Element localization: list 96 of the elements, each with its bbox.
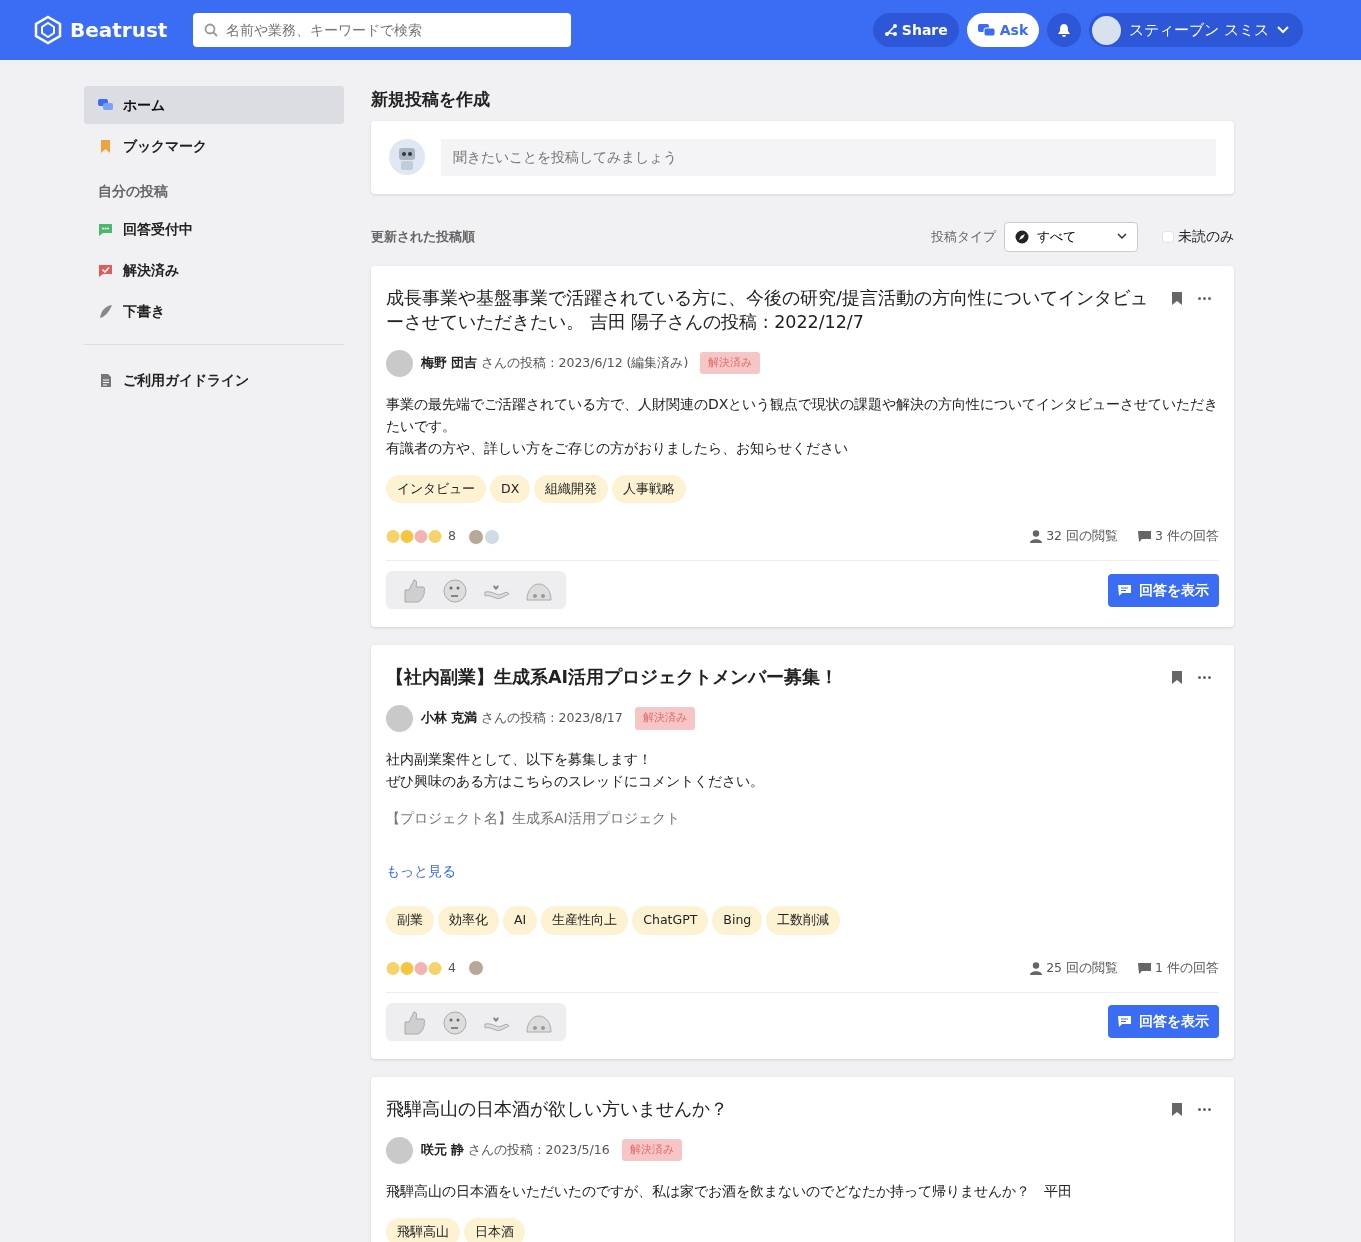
bookmark-button[interactable] xyxy=(1172,289,1182,306)
show-answers-button[interactable]: 回答を表示 xyxy=(1108,1005,1219,1038)
status-label: 解決済み xyxy=(621,1138,682,1162)
tag[interactable]: 生産性向上 xyxy=(541,906,629,935)
check-bubble-icon xyxy=(98,262,113,278)
post-title[interactable]: 【社内副業】生成系AI活用プロジェクトメンバー募集！ xyxy=(386,665,1156,689)
feather-icon xyxy=(98,303,113,319)
author-line: 咲元 静 さんの投稿 : 2023/5/16 xyxy=(421,1141,610,1159)
more-icon xyxy=(1198,676,1211,679)
tag[interactable]: 工数削減 xyxy=(766,906,841,935)
more-icon xyxy=(1198,1107,1211,1111)
chat-icon xyxy=(977,23,996,37)
bookmark-icon xyxy=(1172,671,1182,684)
sidebar-item[interactable]: ブックマーク xyxy=(84,127,344,165)
tag[interactable]: インタビュー xyxy=(386,474,486,504)
share-icon xyxy=(883,23,898,37)
author-avatar xyxy=(386,349,413,377)
post-body: 【プロジェクト名】生成系AI活用プロジェクト xyxy=(386,809,681,828)
sort-label: 更新された投稿順 xyxy=(371,227,475,246)
chevron-down-icon xyxy=(1277,26,1289,34)
post-body: 社内副業案件として、以下を募集します！ xyxy=(386,750,653,769)
post-title[interactable]: 成長事業や基盤事業で活躍されている方に、今後の研究/提言活動の方向性についてインタビューさせていただきたい。 吉田 陽子さんの投稿 : 2022/12/7 xyxy=(386,285,1156,334)
post-type-label: 投稿タイプ xyxy=(931,227,996,246)
post-type-select[interactable]: すべて xyxy=(1004,221,1138,252)
composer-title: 新規投稿を作成 xyxy=(371,88,491,111)
post-body: 有識者の方や、詳しい方をご存じの方がおりましたら、お知らせください xyxy=(386,438,849,458)
post-body: 事業の最先端でご活躍されている方で、人財関連のDXという観点で現状の課題や解決の方向性についてインタビューさせていただきたいです。 xyxy=(386,394,1219,436)
view-count: 25 回の閲覧 xyxy=(1046,958,1119,977)
unread-only-checkbox[interactable] xyxy=(1162,230,1174,243)
tag[interactable]: 副業 xyxy=(386,906,434,935)
answer-count: 1 件の回答 xyxy=(1155,958,1219,977)
person-icon xyxy=(1030,961,1043,975)
sidebar-item[interactable]: ホーム xyxy=(84,86,344,124)
tag[interactable]: Bing xyxy=(712,906,763,935)
ask-button[interactable]: Ask xyxy=(966,13,1040,47)
bookmark-button[interactable] xyxy=(1172,669,1182,685)
author-avatar xyxy=(386,1136,413,1164)
tag[interactable]: ChatGPT xyxy=(632,906,709,935)
logo-icon xyxy=(34,15,62,45)
bell-icon xyxy=(1057,22,1072,38)
bookmark-button[interactable] xyxy=(1172,1100,1182,1117)
sidebar-item[interactable]: 下書き xyxy=(84,292,344,330)
sidebar-item[interactable]: 解決済み xyxy=(84,251,344,289)
comment-icon xyxy=(1138,961,1152,975)
more-icon xyxy=(1198,296,1211,300)
viewer-avatar xyxy=(467,960,484,977)
reaction-emojis-icon xyxy=(386,529,444,545)
view-count: 32 回の閲覧 xyxy=(1046,527,1119,546)
status-label: 解決済み xyxy=(634,707,695,730)
robot-avatar-icon xyxy=(389,139,425,175)
user-avatar xyxy=(1092,15,1122,45)
person-icon xyxy=(1030,530,1043,544)
tag[interactable]: AI xyxy=(503,906,538,935)
search-field[interactable]: 名前や業務、キーワードで検索 xyxy=(193,13,572,47)
bookmark-icon xyxy=(1172,1102,1182,1116)
reaction-count: 4 xyxy=(448,958,456,977)
reaction-count: 8 xyxy=(448,527,456,546)
comment-icon xyxy=(1118,583,1131,597)
bookmark-icon xyxy=(1172,291,1182,305)
author-line: 小林 克満 さんの投稿 : 2023/8/17 xyxy=(421,710,623,727)
more-link[interactable]: もっと見る xyxy=(386,861,456,882)
author-line: 梅野 団吉 さんの投稿 : 2023/6/12 (編集済み) xyxy=(421,354,689,372)
logo-text: Beatrust xyxy=(70,17,168,44)
comment-icon xyxy=(1118,1015,1131,1028)
viewer-avatar xyxy=(483,528,500,545)
reaction-emojis-icon xyxy=(386,960,444,976)
tag[interactable]: 日本酒 xyxy=(464,1217,525,1242)
author-avatar xyxy=(386,705,413,732)
viewer-avatar xyxy=(467,528,484,545)
comment-icon xyxy=(1138,530,1152,544)
sidebar-item[interactable]: 回答受付中 xyxy=(84,210,344,248)
document-icon xyxy=(98,372,113,388)
user-menu-button[interactable]: スティーブン スミス xyxy=(1089,13,1303,47)
bookmark-icon xyxy=(98,138,113,154)
post-title[interactable]: 飛騨高山の日本酒が欲しい方いませんか？ xyxy=(386,1096,1156,1121)
compass-icon xyxy=(1015,229,1029,244)
tag[interactable]: 飛騨高山 xyxy=(386,1217,460,1242)
chat-icon xyxy=(98,221,113,237)
status-label: 解決済み xyxy=(700,351,761,375)
sidebar-item[interactable]: ご利用ガイドライン xyxy=(84,361,344,399)
chat-icon xyxy=(98,97,113,113)
checkbox-label: 未読のみ xyxy=(1178,227,1234,246)
post-body: 飛騨高山の日本酒をいただいたのですが、私は家でお酒を飲まないのでどなたか持って帰りませんか？ 平田 xyxy=(386,1181,1073,1201)
tag[interactable]: DX xyxy=(490,474,531,504)
share-button[interactable]: Share xyxy=(872,13,959,47)
post-input-field[interactable]: 聞きたいことを投稿してみましょう xyxy=(441,138,1216,176)
chevron-down-icon xyxy=(1117,233,1127,240)
search-icon xyxy=(204,23,219,37)
tag[interactable]: 効率化 xyxy=(438,906,499,935)
show-answers-button[interactable]: 回答を表示 xyxy=(1108,573,1219,607)
section-title: 自分の投稿 xyxy=(97,182,169,201)
notifications-button[interactable] xyxy=(1047,13,1082,47)
answer-count: 3 件の回答 xyxy=(1155,527,1219,546)
tag[interactable]: 組織開発 xyxy=(534,474,609,504)
post-body: ぜひ興味のある方はこちらのスレッドにコメントください。 xyxy=(386,772,765,791)
tag[interactable]: 人事戦略 xyxy=(612,474,687,504)
